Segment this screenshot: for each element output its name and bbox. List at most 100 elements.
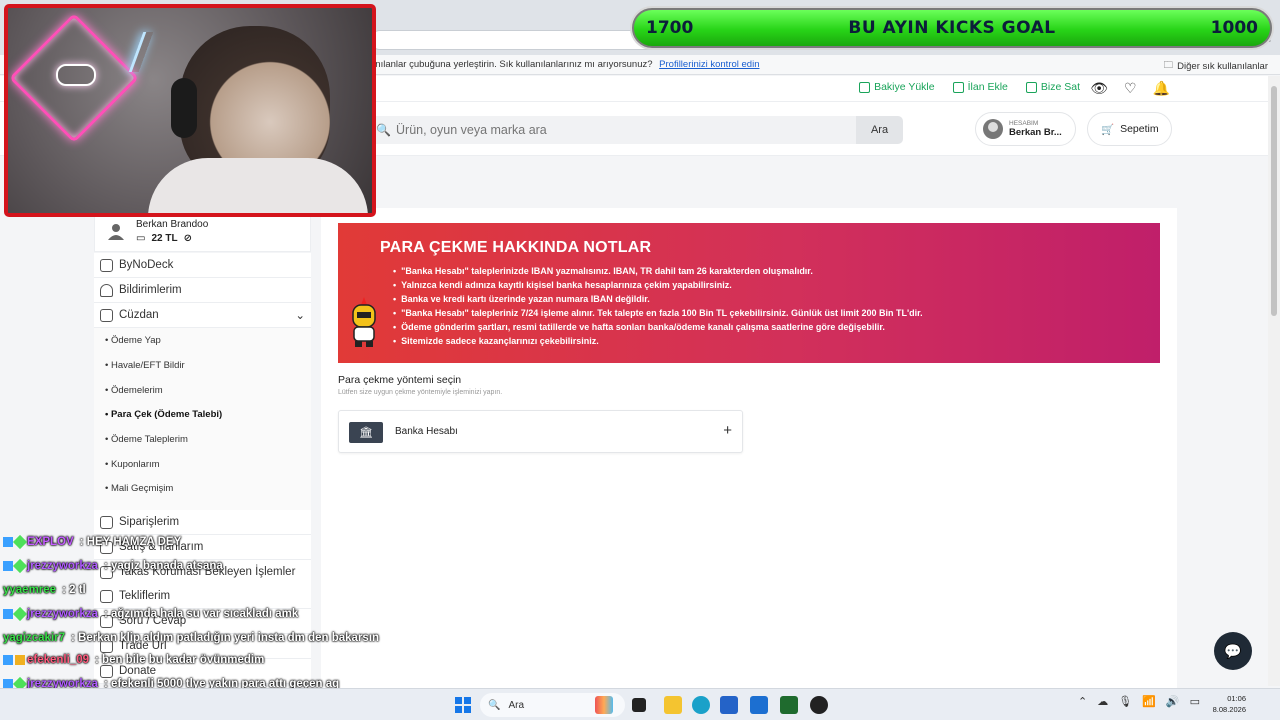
submenu-mali-gecmisim[interactable]: • Mali Geçmişim — [105, 483, 173, 494]
edge-browser-icon[interactable] — [692, 696, 710, 714]
bell-icon[interactable]: 🔔 — [1153, 80, 1170, 97]
sidebar-item-label: Trade Url — [119, 640, 167, 652]
bank-account-method[interactable]: 🏛 Banka Hesabı + — [338, 410, 743, 453]
bank-method-label: Banka Hesabı — [395, 426, 458, 437]
sidebar-item-label: Bildirimlerim — [119, 284, 182, 296]
offer-icon — [100, 589, 113, 603]
badge-icon — [3, 561, 13, 571]
account-button[interactable]: HESABIM Berkan Br... — [975, 112, 1076, 146]
chat-user: yyaemree — [3, 584, 57, 596]
profile-check-link[interactable]: Profillerinizi kontrol edin — [659, 59, 759, 70]
file-explorer-icon[interactable] — [664, 696, 682, 714]
obs-icon[interactable] — [810, 696, 828, 714]
sidebar-item-wallet[interactable]: Cüzdan ⌄ — [94, 303, 311, 328]
app-icon[interactable] — [780, 696, 798, 714]
diamond-icon — [12, 606, 28, 622]
notes-title: PARA ÇEKME HAKKINDA NOTLAR — [380, 239, 652, 256]
sidebar-item-orders[interactable]: Siparişlerim — [94, 510, 311, 535]
sidebar-item-offers[interactable]: Tekliflerim — [94, 584, 311, 609]
note-item: Banka ve kredi kartı üzerinde yazan numa… — [393, 292, 923, 306]
other-bookmarks[interactable]: 🗀 Diğer sık kullanılanlar — [1164, 58, 1268, 74]
submenu-odemelerim[interactable]: • Ödemelerim — [105, 385, 163, 396]
cart-button[interactable]: 🛒 Sepetim — [1087, 112, 1172, 146]
sidebar-item-label: Satış & İlanlarım — [119, 541, 204, 553]
bakiye-yukle-label: Bakiye Yükle — [874, 81, 935, 93]
clock-time: 01:06 — [1227, 694, 1246, 703]
search-button[interactable]: Ara — [856, 116, 903, 144]
hand-icon — [1025, 81, 1037, 93]
sidebar-item-label: Takas Koruması Bekleyen İşlemler — [119, 566, 296, 578]
chat-message: yyaemree : 2 tl — [3, 584, 86, 596]
user-name: Berkan Brandoo — [136, 219, 209, 230]
system-tray: ⌃ ☁ 🎙 📶 🔊 ▭ — [1078, 695, 1200, 708]
withdrawal-notes-banner: PARA ÇEKME HAKKINDA NOTLAR "Banka Hesabı… — [338, 223, 1160, 363]
account-name: Berkan Br... — [1009, 127, 1062, 138]
sidebar-item-qa[interactable]: Soru / Cevap — [94, 609, 311, 634]
ilan-ekle-button[interactable]: İlan Ekle — [952, 81, 1008, 93]
chat-user: EXPLOV — [27, 536, 74, 548]
submenu-para-cek[interactable]: • Para Çek (Ödeme Talebi) — [105, 409, 222, 420]
eye-icon[interactable]: 👁 — [1090, 80, 1108, 97]
task-view-icon[interactable] — [632, 698, 646, 712]
wallet-icon: ▭ — [136, 233, 146, 244]
outlook-icon[interactable] — [750, 696, 768, 714]
submenu-odeme-yap[interactable]: • Ödeme Yap — [105, 335, 161, 346]
widget-icon[interactable] — [595, 696, 613, 714]
search-icon: 🔍 — [376, 123, 391, 137]
note-item: "Banka Hesabı" talepleriniz 7/24 işleme … — [393, 306, 923, 320]
sidebar-item-notifications[interactable]: Bildirimlerim — [94, 278, 311, 303]
expand-plus-icon[interactable]: + — [723, 422, 732, 439]
speaker-icon[interactable]: 🔊 — [1166, 695, 1180, 708]
chat-user: yagizcakir7 — [3, 632, 66, 644]
sidebar-item-label: Siparişlerim — [119, 516, 180, 528]
badge-icon — [3, 537, 13, 547]
bakiye-yukle-button[interactable]: Bakiye Yükle — [859, 81, 935, 93]
bank-icon: 🏛 — [349, 422, 383, 443]
sidebar-item-trade-url[interactable]: Trade Url — [94, 634, 311, 659]
account-sidebar: Berkan Brandoo ▭ 22 TL ⊘ ByNoDeck Bildir… — [94, 210, 311, 686]
chat-user: jrezzyworkza — [27, 608, 98, 620]
avatar — [983, 119, 1003, 139]
heart-icon[interactable]: ♡ — [1124, 80, 1137, 97]
gift-icon — [15, 655, 25, 665]
taskbar-search-label: Ara — [508, 699, 525, 711]
search-icon: 🔍 — [488, 699, 501, 711]
submenu-odeme-taleplerim[interactable]: • Ödeme Taleplerim — [105, 434, 188, 445]
ilan-ekle-label: İlan Ekle — [967, 81, 1008, 93]
chevron-up-icon[interactable]: ⌃ — [1078, 695, 1087, 708]
taskbar-clock[interactable]: 01:06 8.08.2026 — [1213, 693, 1246, 715]
battery-icon[interactable]: ▭ — [1190, 695, 1200, 708]
network-icon[interactable]: ☁ — [1097, 695, 1108, 708]
shield-icon — [100, 565, 113, 579]
bell-icon — [100, 283, 113, 297]
folder-icon: 🗀 — [1163, 60, 1174, 71]
sidebar-item-label: ByNoDeck — [119, 259, 174, 271]
sidebar-item-escrow[interactable]: Takas Koruması Bekleyen İşlemler — [94, 560, 311, 585]
submenu-havale-eft[interactable]: • Havale/EFT Bildir — [105, 360, 185, 371]
donate-icon — [100, 664, 113, 678]
store-icon[interactable] — [720, 696, 738, 714]
note-item: "Banka Hesabı" taleplerinizde IBAN yazma… — [393, 264, 923, 278]
notes-list: "Banka Hesabı" taleplerinizde IBAN yazma… — [393, 264, 923, 348]
sidebar-item-label: Donate — [119, 665, 157, 677]
account-small-label: HESABIM — [1009, 120, 1039, 127]
wifi-icon[interactable]: 📶 — [1142, 695, 1156, 708]
goal-target: 1000 — [1210, 18, 1258, 38]
windows-start-icon[interactable] — [455, 697, 471, 713]
scrollbar-thumb[interactable] — [1271, 86, 1277, 316]
support-chat-button[interactable]: 💬 — [1214, 632, 1252, 670]
chat-text: : 2 tl — [62, 584, 86, 596]
box-icon — [100, 515, 113, 529]
sidebar-item-sales[interactable]: Satış & İlanlarım — [94, 535, 311, 560]
page-scrollbar[interactable] — [1268, 76, 1280, 686]
list-icon — [952, 81, 964, 93]
submenu-kuponlarim[interactable]: • Kuponlarım — [105, 459, 160, 470]
mic-icon[interactable]: 🎙 — [1118, 695, 1132, 708]
topbar-icons: 👁 ♡ 🔔 — [1090, 80, 1170, 97]
bize-sat-button[interactable]: Bize Sat — [1025, 81, 1080, 93]
eye-off-icon[interactable]: ⊘ — [184, 233, 192, 244]
sidebar-item-bynodeck[interactable]: ByNoDeck — [94, 253, 311, 278]
search-input[interactable] — [396, 123, 836, 137]
tag-icon — [100, 540, 113, 554]
sidebar-item-donate[interactable]: Donate — [94, 659, 311, 684]
